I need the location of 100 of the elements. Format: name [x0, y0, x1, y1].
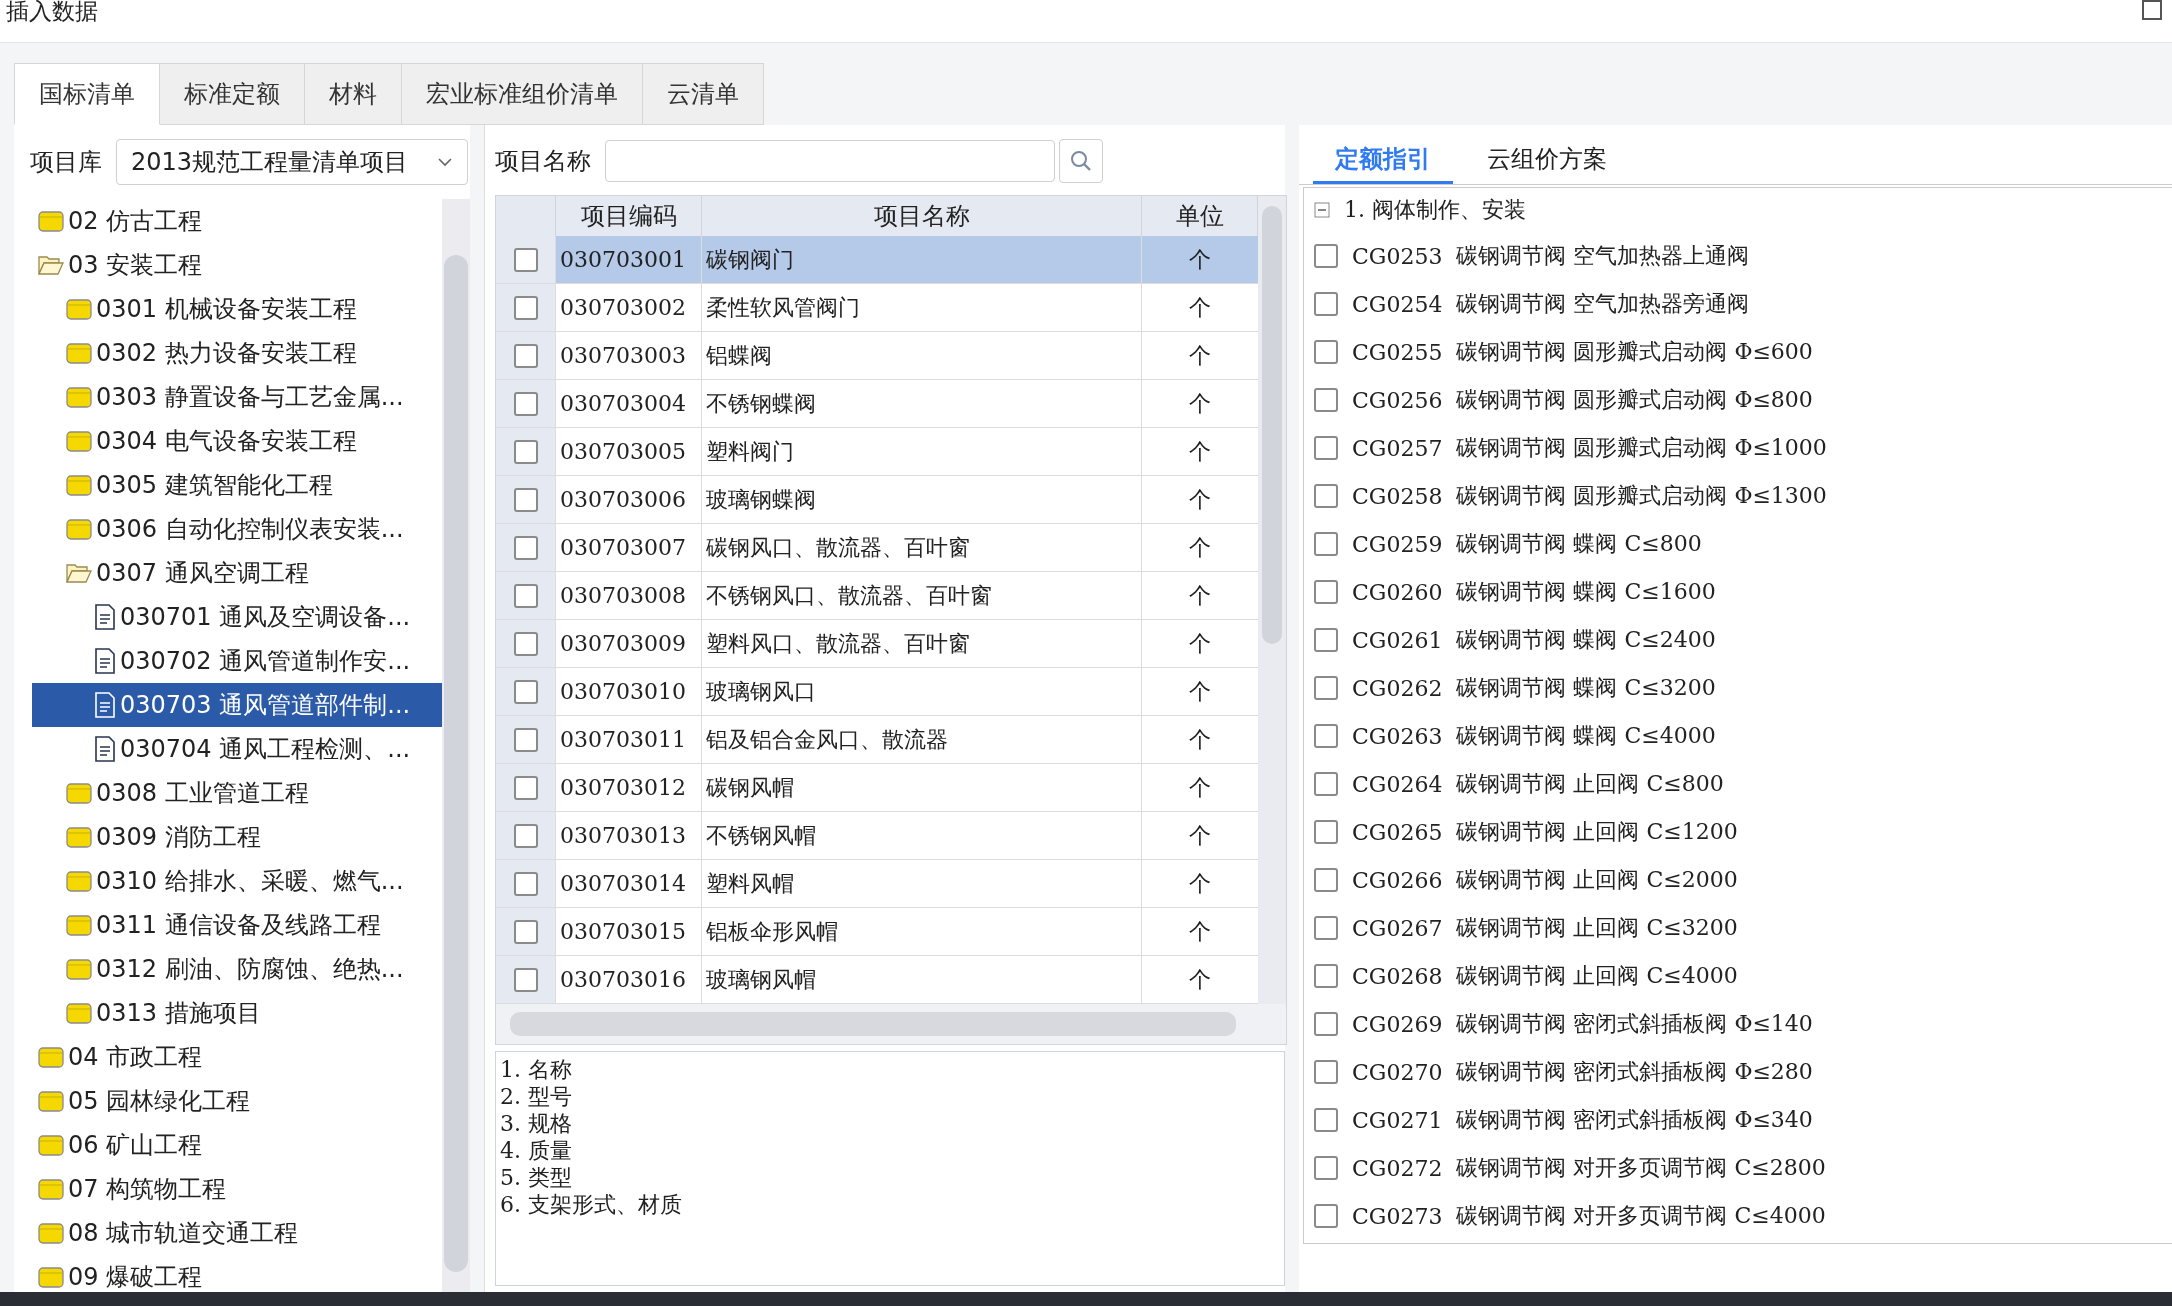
folder-icon: [66, 474, 92, 496]
checkbox[interactable]: [1314, 292, 1338, 316]
scrollbar[interactable]: [1258, 196, 1286, 1004]
tab[interactable]: 材料: [305, 63, 402, 125]
table-cell: 030703005: [556, 428, 702, 475]
tree-item[interactable]: 0312 刷油、防腐蚀、绝热...: [32, 947, 442, 991]
checkbox[interactable]: [513, 631, 538, 656]
table-cell-text: 个: [1188, 437, 1212, 466]
checkbox[interactable]: [1314, 532, 1338, 556]
tree-item[interactable]: 04 市政工程: [32, 1035, 442, 1079]
tree-item[interactable]: 0310 给排水、采暖、燃气...: [32, 859, 442, 903]
checkbox[interactable]: [1314, 340, 1338, 364]
checkbox[interactable]: [1314, 820, 1338, 844]
feature-text: 1. 名称: [500, 1056, 573, 1083]
quota-code: CG0268: [1352, 963, 1443, 989]
checkbox[interactable]: [1314, 1108, 1338, 1132]
quota-code: CG0263: [1352, 723, 1443, 749]
checkbox[interactable]: [513, 343, 538, 368]
tab[interactable]: 宏业标准组价清单: [402, 63, 643, 125]
checkbox[interactable]: [1314, 1204, 1338, 1228]
tree-item[interactable]: 0313 措施项目: [32, 991, 442, 1035]
scrollbar[interactable]: [442, 199, 470, 1292]
tree-item[interactable]: 0311 通信设备及线路工程: [32, 903, 442, 947]
table-cell: 030703008: [556, 572, 702, 619]
checkbox[interactable]: [1314, 1060, 1338, 1084]
tree-item[interactable]: 03 安装工程: [32, 243, 442, 287]
table-cell: 玻璃钢风帽: [702, 956, 1142, 1003]
folder-icon: [38, 1046, 64, 1068]
checkbox[interactable]: [513, 919, 538, 944]
tree-item[interactable]: 0302 热力设备安装工程: [32, 331, 442, 375]
caret-icon: [437, 157, 453, 167]
checkbox[interactable]: [513, 967, 538, 992]
quota-text: 碳钢调节阀 止回阀 C≤1200: [1456, 818, 1738, 846]
table-cell-text: 个: [1188, 293, 1212, 322]
checkbox[interactable]: [513, 823, 538, 848]
tab[interactable]: 标准定额: [160, 63, 305, 125]
checkbox[interactable]: [1314, 628, 1338, 652]
tree-item[interactable]: 08 城市轨道交通工程: [32, 1211, 442, 1255]
tree-item[interactable]: 030703 通风管道部件制...: [32, 683, 442, 727]
search-field[interactable]: [605, 140, 1055, 182]
quota-code: CG0253: [1352, 243, 1443, 269]
checkbox[interactable]: [1314, 916, 1338, 940]
checkbox[interactable]: [1314, 580, 1338, 604]
checkbox[interactable]: [513, 775, 538, 800]
tab[interactable]: 定额指引: [1313, 137, 1453, 184]
checkbox[interactable]: [1314, 868, 1338, 892]
checkbox[interactable]: [513, 535, 538, 560]
tab[interactable]: 云组价方案: [1465, 137, 1629, 184]
tree-item[interactable]: 05 园林绿化工程: [32, 1079, 442, 1123]
tree-item[interactable]: 02 仿古工程: [32, 199, 442, 243]
folder-icon: [66, 342, 92, 364]
checkbox[interactable]: [1314, 1012, 1338, 1036]
tree-item[interactable]: 030702 通风管道制作安...: [32, 639, 442, 683]
maximize-icon[interactable]: [2142, 0, 2162, 20]
checkbox[interactable]: [513, 247, 538, 272]
folder-icon: [66, 870, 92, 892]
tree-item[interactable]: 0301 机械设备安装工程: [32, 287, 442, 331]
checkbox[interactable]: [513, 871, 538, 896]
tree-item[interactable]: 06 矿山工程: [32, 1123, 442, 1167]
checkbox[interactable]: [1314, 724, 1338, 748]
tree-item[interactable]: 0304 电气设备安装工程: [32, 419, 442, 463]
checkbox[interactable]: [1314, 1156, 1338, 1180]
quota-code: CG0270: [1352, 1059, 1443, 1085]
tree-item[interactable]: 0308 工业管道工程: [32, 771, 442, 815]
checkbox[interactable]: [513, 295, 538, 320]
tab[interactable]: 国标清单: [14, 63, 160, 125]
table-cell: 030703007: [556, 524, 702, 571]
tree-item[interactable]: 0303 静置设备与工艺金属...: [32, 375, 442, 419]
library-label: 项目库: [30, 147, 102, 178]
checkbox[interactable]: [513, 487, 538, 512]
tree-item[interactable]: 0309 消防工程: [32, 815, 442, 859]
checkbox[interactable]: [1314, 964, 1338, 988]
checkbox[interactable]: [1314, 244, 1338, 268]
tree-item[interactable]: 030701 通风及空调设备...: [32, 595, 442, 639]
checkbox[interactable]: [1314, 484, 1338, 508]
checkbox[interactable]: [513, 439, 538, 464]
collapse-toggle[interactable]: [1314, 202, 1330, 218]
library-dropdown[interactable]: 2013规范工程量清单项目: [116, 139, 468, 185]
tree-item[interactable]: 07 构筑物工程: [32, 1167, 442, 1211]
search-button[interactable]: [1059, 139, 1103, 183]
tree-item[interactable]: 09 爆破工程: [32, 1255, 442, 1292]
table-cell: 玻璃钢蝶阀: [702, 476, 1142, 523]
checkbox[interactable]: [513, 391, 538, 416]
checkbox[interactable]: [513, 583, 538, 608]
tree-item[interactable]: 030704 通风工程检测、...: [32, 727, 442, 771]
checkbox[interactable]: [1314, 676, 1338, 700]
table-cell-text: 个: [1188, 485, 1212, 514]
tree-item[interactable]: 0307 通风空调工程: [32, 551, 442, 595]
checkbox[interactable]: [1314, 388, 1338, 412]
folder-icon: [66, 914, 92, 936]
tab[interactable]: 云清单: [643, 63, 764, 125]
tree-item[interactable]: 0305 建筑智能化工程: [32, 463, 442, 507]
checkbox[interactable]: [1314, 772, 1338, 796]
folder-icon: [66, 958, 92, 980]
checkbox[interactable]: [1314, 436, 1338, 460]
tree-item[interactable]: 0306 自动化控制仪表安装...: [32, 507, 442, 551]
checkbox[interactable]: [513, 727, 538, 752]
quota-code: CG0255: [1352, 339, 1443, 365]
scrollbar[interactable]: [496, 1004, 1286, 1044]
checkbox[interactable]: [513, 679, 538, 704]
